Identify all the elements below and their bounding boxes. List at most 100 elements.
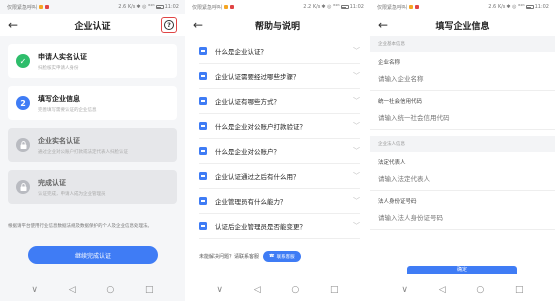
continue-auth-button[interactable]: 继续完成认证 [28,246,158,264]
section-header: 企业基本信息 [370,36,555,52]
status-bar: 仅限紧急呼叫 2.2 K/s ✱ ◎ ⁸⁴ᴳ 11:02 [185,0,370,14]
app-icon [415,5,420,9]
legal-rep-input[interactable] [378,175,547,183]
notification-icon [409,5,414,9]
legal-id-field: 法人身份证号码 [370,191,555,230]
step-title: 完成认证 [38,178,66,187]
signal-icon: ✱ ◎ ⁸⁴ᴳ [321,4,340,10]
status-bar: 仅限紧急呼叫 2.6 K/s ✱ ◎ ⁸⁴ᴳ 11:02 [0,0,185,14]
back-icon[interactable]: ◁ [69,285,76,295]
chevron-down-icon: ﹀ [353,122,360,130]
step-company-info[interactable]: 2 填写企业信息 完善填写需要认证的企业信息 [8,86,177,120]
back-icon[interactable]: ◁ [254,285,261,295]
faq-item[interactable]: 什么是企业认证？ ﹀ [199,39,360,64]
faq-item[interactable]: 什么是企业对公账户打款验证？ ﹀ [199,114,360,139]
section-header: 企业法人信息 [370,136,555,152]
system-nav-bar: ∨ ◁ ○ □ [370,279,555,301]
clock: 11:02 [164,4,179,10]
chevron-down-icon: ﹀ [353,47,360,55]
page-title: 帮助与说明 [254,21,300,32]
question-icon [199,197,207,205]
field-label: 法定代表人 [378,160,406,166]
step-subtitle: 通过企业对公账户打款或法定代表人扫脸认证 [38,149,128,155]
auth-steps: ✓ 申请人实名认证 扫脸核实申请人身份 2 填写企业信息 完善填写需要认证的企业… [0,36,185,204]
system-nav-bar: ∨ ◁ ○ □ [0,279,185,301]
page-title: 企业认证 [74,21,111,32]
system-nav-bar: ∨ ◁ ○ □ [185,279,370,301]
step-subtitle: 扫脸核实申请人身份 [38,65,79,71]
collapse-icon[interactable]: ∨ [401,285,408,295]
carrier-text: 仅限紧急呼叫 [192,4,223,11]
navigation-bar: ← 帮助与说明 [185,14,370,36]
back-arrow-icon[interactable]: ← [193,18,203,32]
step-realname[interactable]: ✓ 申请人实名认证 扫脸核实申请人身份 [8,44,177,78]
company-name-input[interactable] [378,75,547,83]
step-company-realname: 企业实名认证 通过企业对公账户打款或法定代表人扫脸认证 [8,128,177,162]
back-icon[interactable]: ◁ [439,285,446,295]
collapse-icon[interactable]: ∨ [216,285,223,295]
back-arrow-icon[interactable]: ← [378,18,388,32]
faq-item[interactable]: 企业认证需要经过哪些步骤？ ﹀ [199,64,360,89]
faq-item[interactable]: 什么是企业对公账户？ ﹀ [199,139,360,164]
question-icon [199,72,207,80]
contact-support: 未能解决问题？请联系客服 ☎ 联系客服 [199,251,301,262]
company-name-field: 企业名称 [370,52,555,91]
home-icon[interactable]: ○ [106,285,114,295]
step-subtitle: 完善填写需要认证的企业信息 [38,107,97,113]
battery-icon [525,5,534,9]
faq-item[interactable]: 企业认证通过之后有什么用？ ﹀ [199,164,360,189]
field-label: 统一社会信用代码 [378,99,423,105]
status-bar: 仅限紧急呼叫 2.6 K/s ✱ ◎ ⁸⁴ᴳ 11:02 [370,0,555,14]
contact-text: 未能解决问题？请联系客服 [199,254,260,260]
collapse-icon[interactable]: ∨ [31,285,38,295]
notification-icon [39,5,44,9]
back-arrow-icon[interactable]: ← [8,18,18,32]
question-icon [199,147,207,155]
question-icon: ? [164,20,174,30]
legal-id-input[interactable] [378,214,547,222]
faq-item[interactable]: 企业管理员有什么能力？ ﹀ [199,189,360,214]
battery-icon [155,5,164,9]
screenshot-collage: 仅限紧急呼叫 2.6 K/s ✱ ◎ ⁸⁴ᴳ 11:02 ← 企业认证 ? ✓ [0,0,556,301]
clock: 11:02 [534,4,549,10]
step-complete: 完成认证 认证完成，申请人成为企业管理员 [8,170,177,204]
recents-icon[interactable]: □ [145,285,154,295]
headset-icon: ☎ [269,254,275,259]
check-icon: ✓ [16,54,30,68]
step-title: 填写企业信息 [38,94,80,103]
credit-code-input[interactable] [378,114,547,122]
clock: 11:02 [349,4,364,10]
network-speed: 2.2 K/s [303,4,321,10]
network-speed: 2.6 K/s [118,4,136,10]
faq-item[interactable]: 认证后企业管理员是否能变更？ ﹀ [199,214,360,239]
legal-rep-field: 法定代表人 [370,152,555,191]
confirm-button[interactable]: 确定 [407,266,517,274]
help-button[interactable]: ? [161,17,177,33]
field-label: 企业名称 [378,60,401,66]
chevron-down-icon: ﹀ [353,147,360,155]
faq-item[interactable]: 企业认证有哪些方式？ ﹀ [199,89,360,114]
chevron-down-icon: ﹀ [353,222,360,230]
faq-list: 什么是企业认证？ ﹀ 企业认证需要经过哪些步骤？ ﹀ 企业认证有哪些方式？ ﹀ 什么是… [185,39,370,239]
recents-icon[interactable]: □ [515,285,524,295]
step-title: 申请人实名认证 [38,52,87,61]
contact-support-button[interactable]: ☎ 联系客服 [263,251,301,262]
lock-icon [16,180,30,194]
company-info-screen: 仅限紧急呼叫 2.6 K/s ✱ ◎ ⁸⁴ᴳ 11:02 ← 填写企业信息 企业… [370,0,555,301]
app-icon [230,5,235,9]
step-subtitle: 认证完成，申请人成为企业管理员 [38,191,106,197]
chevron-down-icon: ﹀ [353,97,360,105]
field-label: 法人身份证号码 [378,199,417,205]
navigation-bar: ← 填写企业信息 [370,14,555,36]
question-icon [199,97,207,105]
lock-icon [16,138,30,152]
navigation-bar: ← 企业认证 ? [0,14,185,36]
home-icon[interactable]: ○ [291,285,299,295]
step-title: 企业实名认证 [38,136,80,145]
home-icon[interactable]: ○ [476,285,484,295]
help-screen: 仅限紧急呼叫 2.2 K/s ✱ ◎ ⁸⁴ᴳ 11:02 ← 帮助与说明 什么是… [185,0,370,301]
privacy-notice: 根据请平台使用行业信息数据法规及数据保护的个人及企业信息处理法。 [8,224,152,229]
battery-icon [340,5,349,9]
recents-icon[interactable]: □ [330,285,339,295]
credit-code-field: 统一社会信用代码 [370,91,555,130]
